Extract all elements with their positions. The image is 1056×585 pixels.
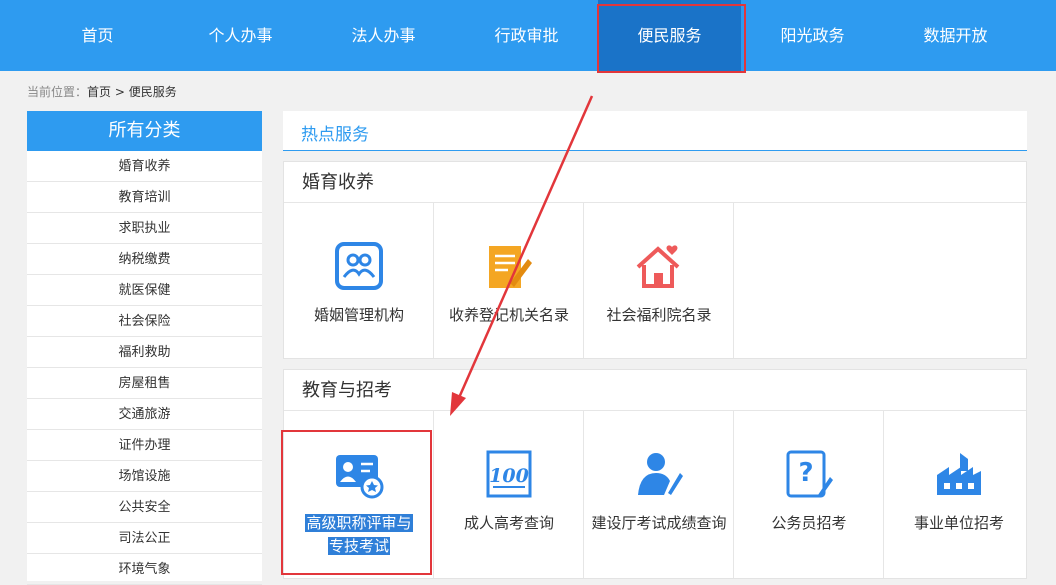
- sidebar-item-social-insurance[interactable]: 社会保险: [27, 306, 262, 337]
- sidebar-item-housing[interactable]: 房屋租售: [27, 368, 262, 399]
- hot-services-title: 热点服务: [301, 125, 369, 145]
- category-sidebar: 所有分类 婚育收养 教育培训 求职执业 纳税缴费 就医保健 社会保险 福利救助 …: [27, 111, 262, 585]
- sidebar-item-welfare[interactable]: 福利救助: [27, 337, 262, 368]
- card-label: 收养登记机关名录: [448, 306, 569, 324]
- svg-text:100: 100: [489, 465, 529, 487]
- sidebar-item-transport[interactable]: 交通旅游: [27, 399, 262, 430]
- card-label: 公务员招考: [771, 514, 847, 532]
- card-label: 事业单位招考: [913, 514, 1004, 532]
- sidebar-item-employment[interactable]: 求职执业: [27, 213, 262, 244]
- score-100-icon: 100: [486, 450, 532, 498]
- sidebar-item-education[interactable]: 教育培训: [27, 182, 262, 213]
- panel-marriage-title: 婚育收养: [284, 162, 1026, 203]
- breadcrumb-separator: >: [111, 85, 129, 99]
- card-label: 社会福利院名录: [606, 306, 712, 324]
- sidebar-item-medical[interactable]: 就医保健: [27, 275, 262, 306]
- breadcrumb: 当前位置：首页 > 便民服务: [27, 83, 177, 100]
- nav-item-home[interactable]: 首页: [26, 0, 169, 71]
- sidebar-item-justice[interactable]: 司法公正: [27, 523, 262, 554]
- card-highlight-box: [281, 430, 432, 575]
- card-label: 婚姻管理机构: [313, 306, 404, 324]
- hot-services-header: 热点服务: [283, 111, 1027, 151]
- card-marriage-office[interactable]: 婚姻管理机构: [284, 203, 434, 358]
- nav-item-approval[interactable]: 行政审批: [455, 0, 598, 71]
- panel-education-title: 教育与招考: [284, 370, 1026, 411]
- nav-item-corporate[interactable]: 法人办事: [312, 0, 455, 71]
- person-pen-icon: [638, 453, 683, 495]
- nav-item-personal[interactable]: 个人办事: [169, 0, 312, 71]
- top-nav: 首页 个人办事 法人办事 行政审批 便民服务 阳光政务 数据开放: [0, 0, 1056, 71]
- nav-item-open-gov[interactable]: 阳光政务: [741, 0, 884, 71]
- nav-item-open-data[interactable]: 数据开放: [884, 0, 1027, 71]
- factory-icon: [937, 453, 981, 495]
- card-adult-exam-query[interactable]: 100 成人高考查询: [434, 411, 584, 578]
- card-construction-exam-score[interactable]: 建设厅考试成绩查询: [584, 411, 734, 578]
- breadcrumb-home[interactable]: 首页: [87, 85, 111, 99]
- svg-text:?: ?: [798, 458, 813, 488]
- sidebar-item-certificates[interactable]: 证件办理: [27, 430, 262, 461]
- breadcrumb-current: 便民服务: [128, 85, 177, 99]
- breadcrumb-prefix: 当前位置：: [27, 85, 88, 99]
- card-welfare-home[interactable]: 社会福利院名录: [584, 203, 734, 358]
- sidebar-item-tax[interactable]: 纳税缴费: [27, 244, 262, 275]
- sidebar-item-venues[interactable]: 场馆设施: [27, 461, 262, 492]
- couple-icon: [335, 242, 383, 290]
- nav-highlight-box: [597, 4, 746, 73]
- sidebar-item-environment[interactable]: 环境气象: [27, 554, 262, 585]
- panel-marriage: 婚育收养 婚姻管理机构 收养登记机关名录 社会福利院名录: [283, 161, 1027, 359]
- sidebar-item-marriage[interactable]: 婚育收养: [27, 151, 262, 182]
- card-label: 成人高考查询: [463, 514, 554, 532]
- card-label: 建设厅考试成绩查询: [591, 514, 727, 532]
- card-public-institution-exam[interactable]: 事业单位招考: [884, 411, 1034, 578]
- sidebar-item-public-safety[interactable]: 公共安全: [27, 492, 262, 523]
- document-pen-icon: [489, 246, 532, 288]
- question-doc-icon: ?: [786, 450, 833, 498]
- sidebar-title: 所有分类: [27, 111, 262, 151]
- house-heart-icon: [636, 245, 680, 288]
- card-civil-service-exam[interactable]: ? 公务员招考: [734, 411, 884, 578]
- card-adoption-registry[interactable]: 收养登记机关名录: [434, 203, 584, 358]
